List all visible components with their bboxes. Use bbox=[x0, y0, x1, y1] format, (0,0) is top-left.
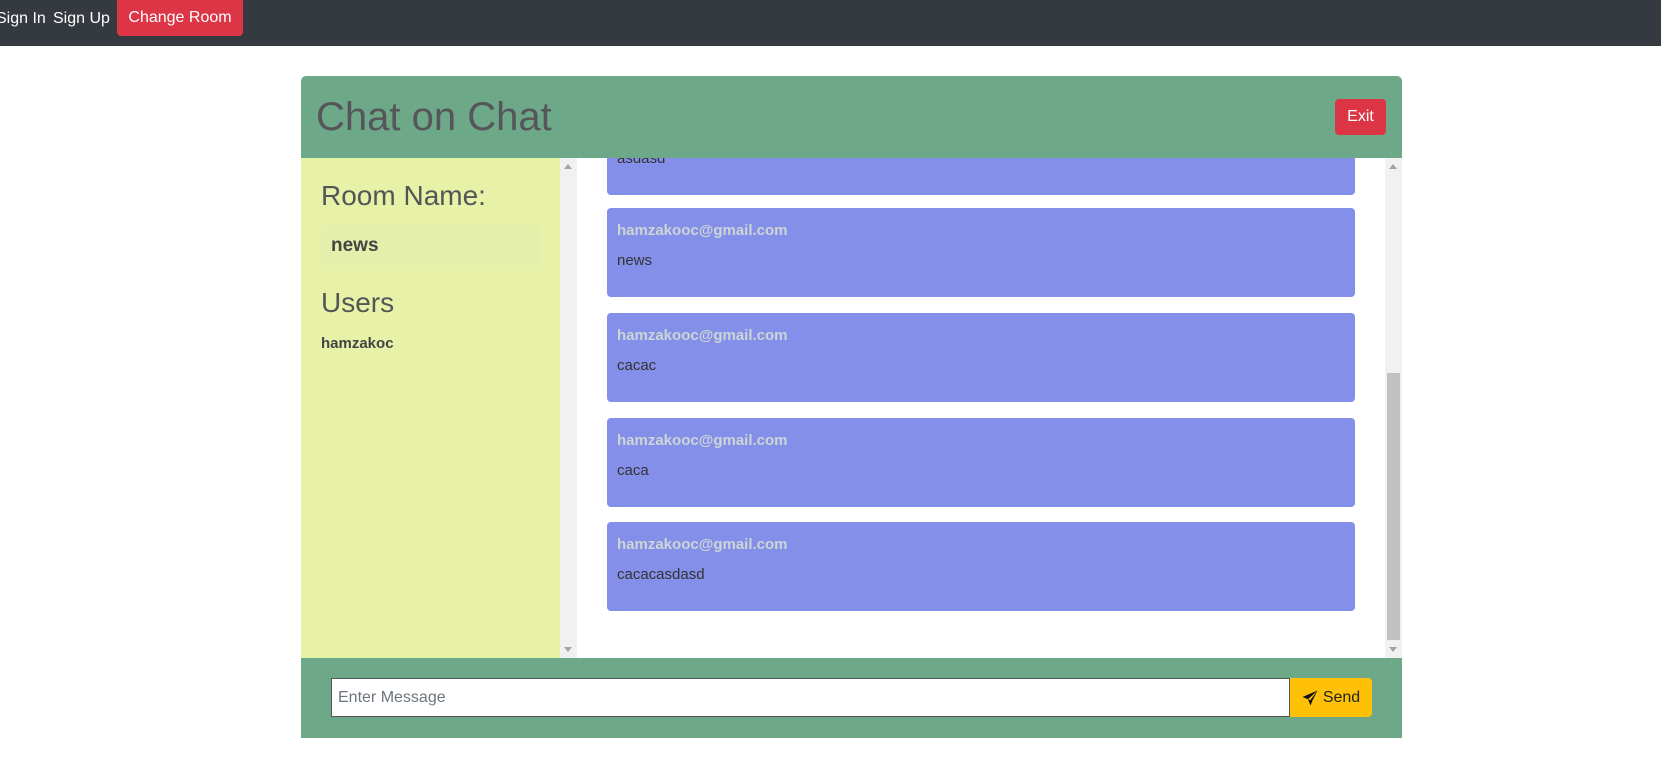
message-bubble: hamzakooc@gmail.com caca bbox=[607, 418, 1355, 507]
message-sender: hamzakooc@gmail.com bbox=[617, 432, 788, 449]
message-bubble: asdasd bbox=[607, 158, 1355, 195]
room-name-value: news bbox=[331, 235, 379, 256]
scroll-up-arrow-icon[interactable] bbox=[1389, 164, 1397, 169]
message-composer: Send bbox=[301, 658, 1402, 738]
exit-button[interactable]: Exit bbox=[1335, 99, 1386, 135]
change-room-button[interactable]: Change Room bbox=[117, 0, 243, 36]
message-text: news bbox=[617, 252, 653, 269]
scroll-down-arrow-icon[interactable] bbox=[564, 647, 572, 652]
message-text: cacac bbox=[617, 357, 657, 374]
chat-header: Chat on Chat Exit bbox=[301, 76, 1402, 158]
message-input[interactable] bbox=[331, 678, 1290, 717]
user-list-item: hamzakoc bbox=[321, 335, 394, 352]
message-text: caca bbox=[617, 462, 649, 479]
message-sender: hamzakooc@gmail.com bbox=[617, 327, 788, 344]
message-text: asdasd bbox=[617, 158, 666, 167]
room-name-box: news bbox=[321, 225, 540, 266]
message-bubble: hamzakooc@gmail.com cacac bbox=[607, 313, 1355, 402]
message-bubble: hamzakooc@gmail.com cacacasdasd bbox=[607, 522, 1355, 611]
chat-card: Chat on Chat Exit Room Name: news Users … bbox=[301, 76, 1402, 738]
sign-in-link[interactable]: Sign In bbox=[0, 10, 46, 28]
message-bubble: hamzakooc@gmail.com news bbox=[607, 208, 1355, 297]
left-scrollbar[interactable] bbox=[560, 158, 577, 658]
right-scrollbar[interactable] bbox=[1385, 158, 1402, 658]
sign-up-link[interactable]: Sign Up bbox=[53, 10, 110, 28]
message-sender: hamzakooc@gmail.com bbox=[617, 222, 788, 239]
messages-pane[interactable]: asdasd hamzakooc@gmail.com news hamzakoo… bbox=[560, 158, 1402, 658]
room-sidebar: Room Name: news Users hamzakoc bbox=[301, 158, 560, 658]
send-button[interactable]: Send bbox=[1290, 678, 1372, 717]
send-button-label: Send bbox=[1322, 688, 1361, 706]
page-title: Chat on Chat bbox=[316, 95, 552, 139]
message-sender: hamzakooc@gmail.com bbox=[617, 536, 788, 553]
top-navbar: Sign In Sign Up Change Room bbox=[0, 0, 1661, 46]
message-text: cacacasdasd bbox=[617, 566, 705, 583]
room-name-heading: Room Name: bbox=[321, 180, 486, 211]
scroll-down-arrow-icon[interactable] bbox=[1389, 647, 1397, 652]
users-heading: Users bbox=[321, 287, 395, 318]
scroll-up-arrow-icon[interactable] bbox=[564, 164, 572, 169]
paper-plane-icon bbox=[1302, 690, 1318, 706]
scrollbar-thumb[interactable] bbox=[1387, 373, 1400, 640]
